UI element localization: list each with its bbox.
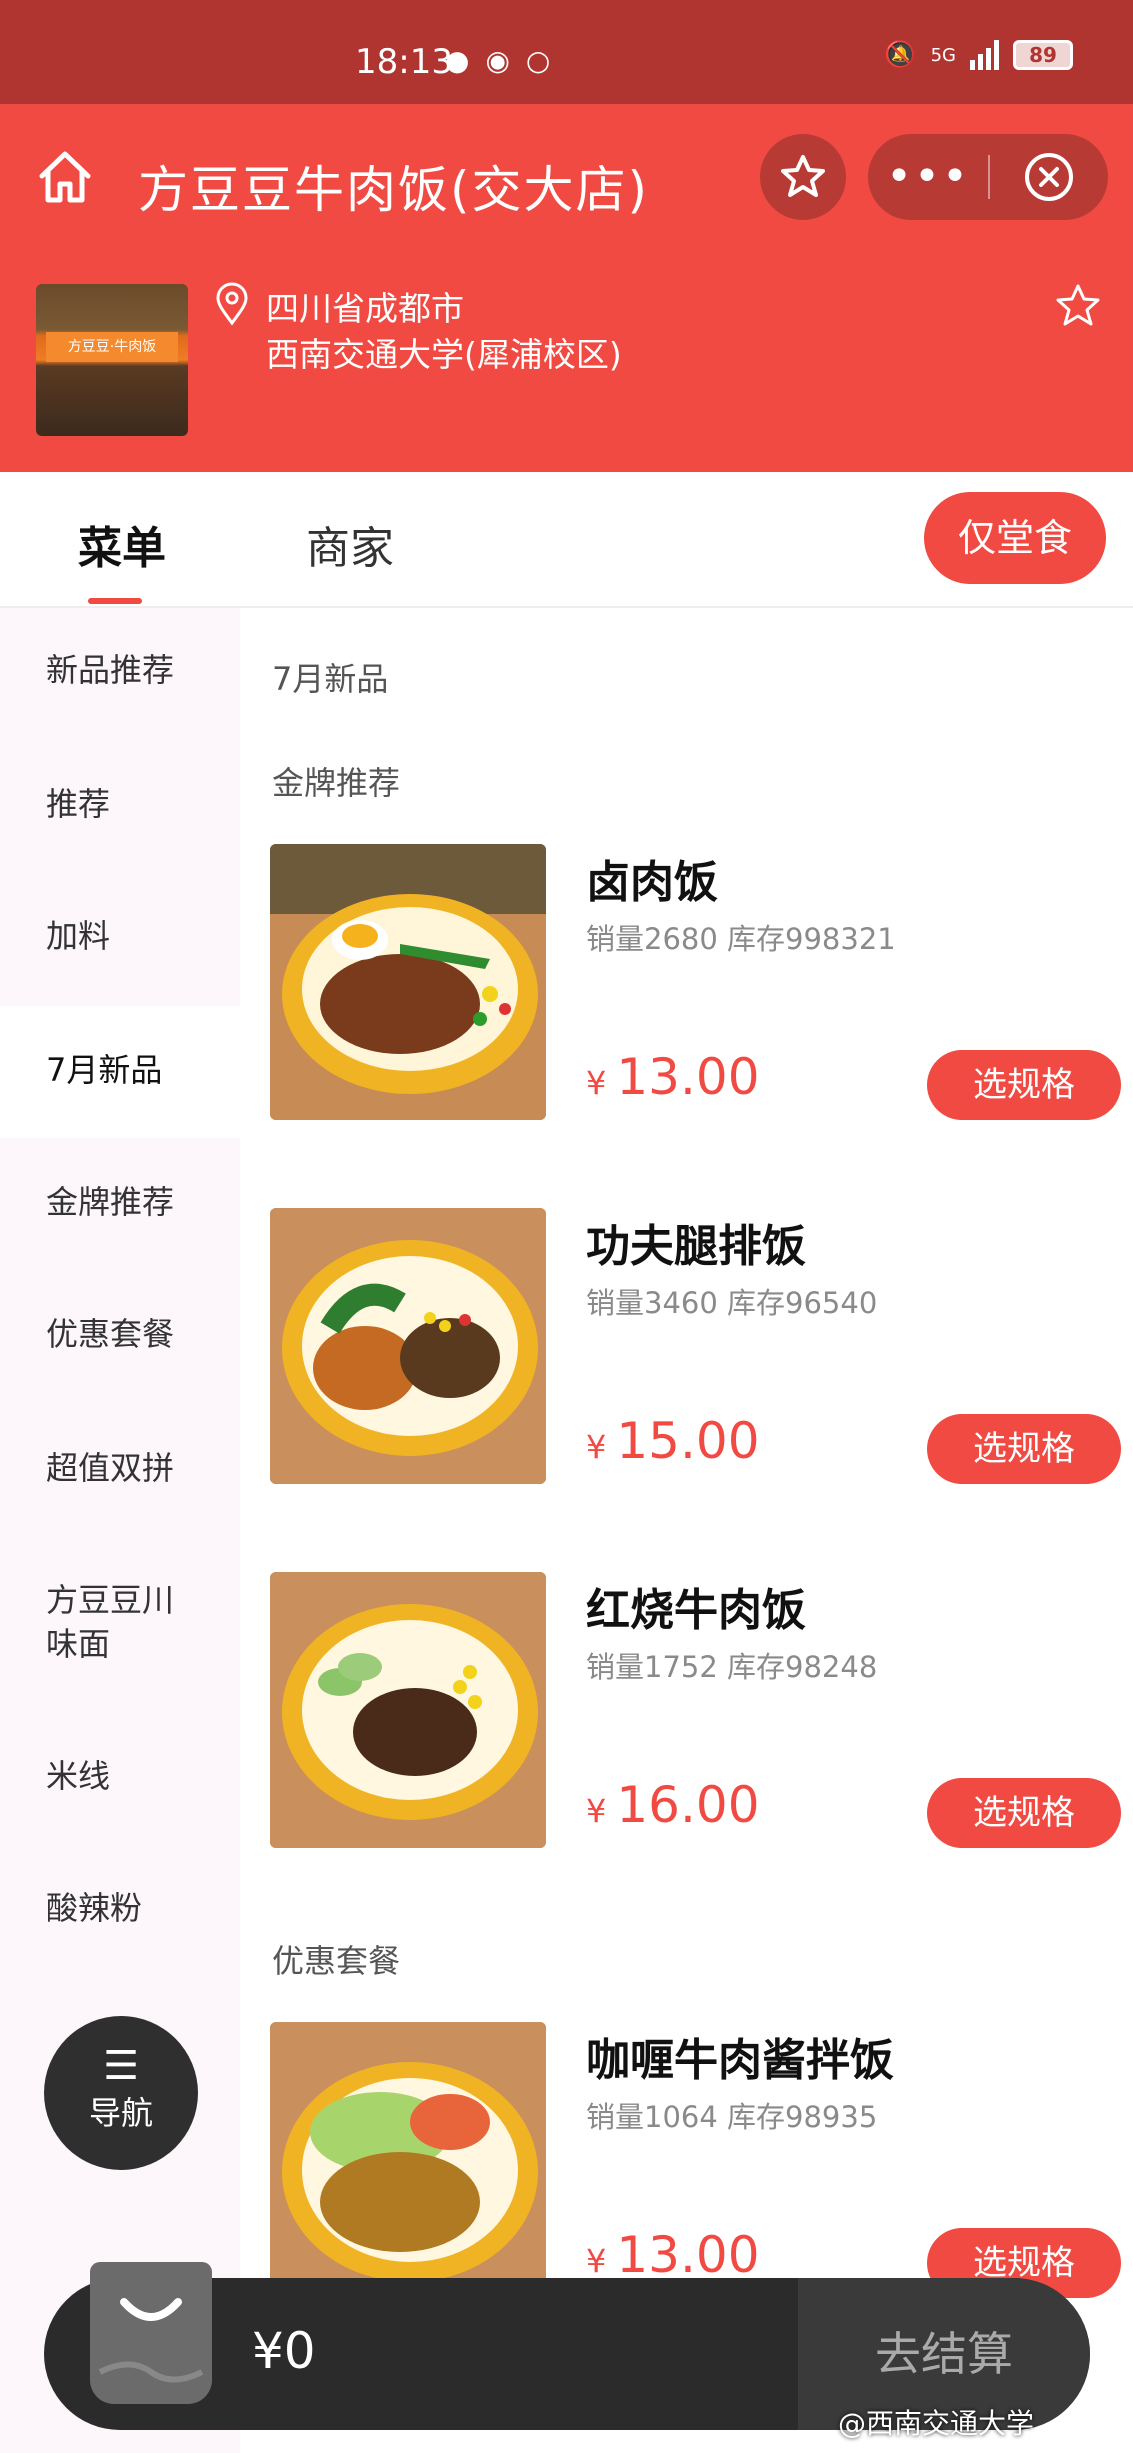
section-header-july-new: 7月新品 — [272, 660, 389, 698]
tab-bar: 菜单 商家 仅堂食 — [0, 472, 1133, 608]
sidebar-item-july-new[interactable]: 7月新品 — [46, 1048, 236, 1092]
dish-sales-stock: 销量1752 库存98248 — [586, 1650, 878, 1684]
favorite-button[interactable] — [760, 134, 846, 220]
dine-in-only-button[interactable]: 仅堂食 — [924, 492, 1106, 584]
sidebar-item-rice-noodles[interactable]: 米线 — [46, 1754, 236, 1798]
store-address-line1: 四川省成都市 — [266, 289, 464, 328]
tab-merchant[interactable]: 商家 — [306, 512, 394, 576]
dish-sales-stock: 销量3460 库存96540 — [586, 1286, 878, 1320]
dish-card[interactable]: 卤肉饭 销量2680 库存998321 ¥13.00 选规格 — [270, 844, 1121, 1120]
cart-total: ¥0 — [252, 2322, 316, 2380]
section-header-deals: 优惠套餐 — [272, 1942, 401, 1980]
dish-photo — [270, 2022, 546, 2298]
watermark: @西南交通大学 — [838, 2407, 1035, 2440]
store-sign: 方豆豆·牛肉饭 — [46, 332, 178, 362]
tab-menu[interactable]: 菜单 — [78, 512, 166, 576]
close-icon — [1025, 153, 1073, 201]
sidebar-item-sichuan-noodles[interactable]: 方豆豆川味面 — [46, 1578, 196, 1666]
status-bar: 18:13 ● ◉ ○ 🔕 5G 89 — [0, 0, 1133, 104]
capsule-menu: ••• — [868, 134, 1108, 220]
sidebar-item-new-recommend[interactable]: 新品推荐 — [46, 648, 236, 692]
dish-card[interactable]: 功夫腿排饭 销量3460 库存96540 ¥15.00 选规格 — [270, 1208, 1121, 1484]
select-spec-button[interactable]: 选规格 — [927, 1050, 1121, 1120]
close-button[interactable] — [990, 150, 1108, 204]
sidebar-item-add-ons[interactable]: 加料 — [46, 914, 236, 958]
sidebar-item-gold-recommend[interactable]: 金牌推荐 — [46, 1180, 236, 1224]
dish-card[interactable]: 咖喱牛肉酱拌饭 销量1064 库存98935 ¥13.00 选规格 — [270, 2022, 1121, 2298]
battery-icon: 89 — [1013, 40, 1073, 70]
sidebar-item-double-combo[interactable]: 超值双拼 — [46, 1446, 236, 1490]
notification-icon: ○ — [525, 44, 551, 77]
dish-price: ¥16.00 — [586, 1776, 760, 1834]
dish-sales-stock: 销量2680 库存998321 — [586, 922, 896, 956]
dish-name: 功夫腿排饭 — [586, 1221, 806, 1272]
mute-bell-icon: 🔕 — [884, 40, 917, 70]
dish-sales-stock: 销量1064 库存98935 — [586, 2100, 878, 2134]
dish-price: ¥13.00 — [586, 1048, 760, 1106]
home-icon[interactable] — [36, 148, 94, 206]
menu-list: 7月新品 金牌推荐 卤肉饭 销量2680 库存998321 ¥13.00 选规格 — [240, 608, 1133, 2453]
signal-icon — [970, 40, 999, 70]
navigation-fab[interactable]: ☰ 导航 — [44, 2016, 198, 2170]
active-tab-indicator — [88, 598, 142, 604]
network-label: 5G — [930, 44, 956, 66]
select-spec-button[interactable]: 选规格 — [927, 1778, 1121, 1848]
sidebar-item-deals[interactable]: 优惠套餐 — [46, 1312, 236, 1356]
dish-price: ¥15.00 — [586, 1412, 760, 1470]
more-button[interactable]: ••• — [868, 134, 988, 220]
dish-price: ¥13.00 — [586, 2226, 760, 2284]
select-spec-button[interactable]: 选规格 — [927, 1414, 1121, 1484]
dish-name: 卤肉饭 — [586, 857, 718, 908]
dish-card[interactable]: 红烧牛肉饭 销量1752 库存98248 ¥16.00 选规格 — [270, 1572, 1121, 1848]
store-favorite-icon[interactable] — [1054, 282, 1102, 330]
navigation-fab-label: 导航 — [88, 2094, 153, 2132]
sidebar-item-hot-sour-noodles[interactable]: 酸辣粉 — [46, 1886, 236, 1930]
star-icon — [781, 155, 825, 197]
cart-bag-icon[interactable] — [90, 2262, 212, 2404]
message-icon: ● — [445, 44, 470, 77]
status-time: 18:13 — [355, 42, 453, 82]
dish-photo — [270, 1208, 546, 1484]
store-photo: 方豆豆·牛肉饭 — [36, 284, 188, 436]
menu-lines-icon: ☰ — [103, 2043, 139, 2089]
wechat-icon: ◉ — [485, 44, 510, 77]
dish-photo — [270, 844, 546, 1120]
sidebar-item-recommend[interactable]: 推荐 — [46, 782, 236, 826]
dish-name: 咖喱牛肉酱拌饭 — [586, 2035, 894, 2086]
store-header: 方豆豆·牛肉饭 四川省成都市 西南交通大学(犀浦校区) — [0, 252, 1133, 472]
location-icon — [216, 282, 248, 326]
dish-name: 红烧牛肉饭 — [586, 1585, 806, 1636]
dish-photo — [270, 1572, 546, 1848]
more-icon: ••• — [886, 151, 970, 202]
section-header-gold-recommend: 金牌推荐 — [272, 764, 401, 802]
page-title: 方豆豆牛肉饭(交大店) — [138, 161, 650, 219]
category-sidebar: 新品推荐 推荐 加料 7月新品 金牌推荐 优惠套餐 超值双拼 方豆豆川味面 米线… — [0, 608, 240, 2453]
store-address-line2: 西南交通大学(犀浦校区) — [266, 335, 622, 374]
mini-program-navbar: 方豆豆牛肉饭(交大店) ••• — [0, 104, 1133, 252]
